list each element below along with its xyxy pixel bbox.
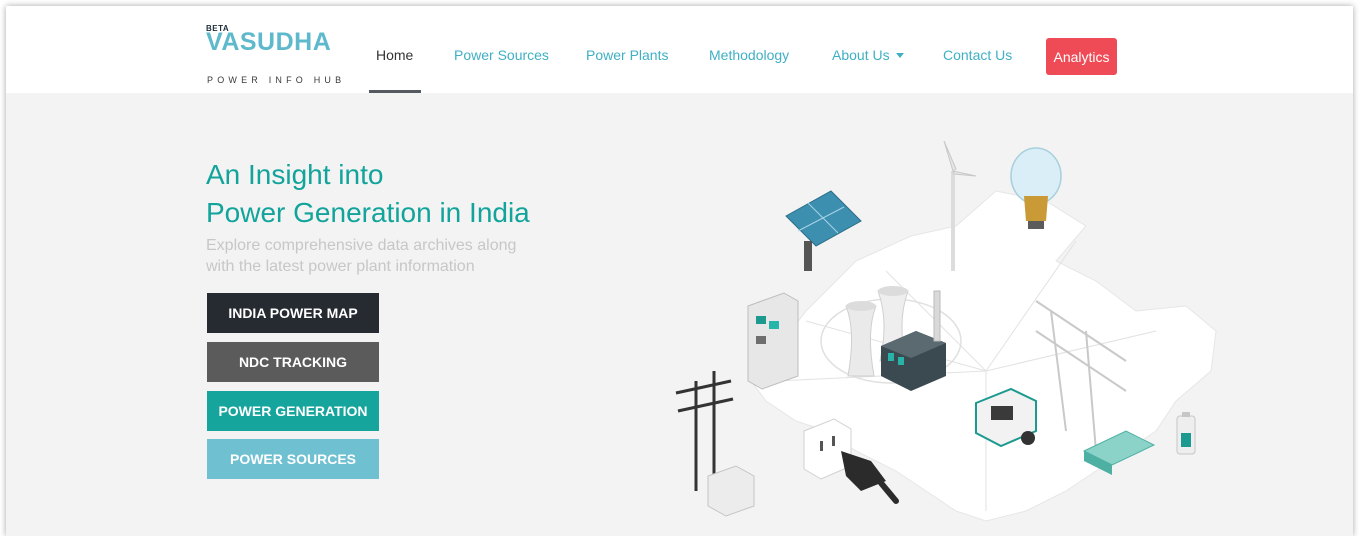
nav-methodology[interactable]: Methodology bbox=[709, 47, 789, 63]
hero-subtitle: Explore comprehensive data archives alon… bbox=[206, 235, 516, 277]
nav-about-us-label: About Us bbox=[832, 47, 890, 63]
solar-panel-icon bbox=[785, 190, 862, 271]
wall-socket-icon bbox=[803, 418, 852, 480]
hero-subtitle-line1: Explore comprehensive data archives alon… bbox=[206, 237, 517, 254]
hero-title-line1: An Insight into bbox=[206, 159, 384, 190]
nav-about-us[interactable]: About Us bbox=[832, 47, 904, 63]
india-power-map-button[interactable]: INDIA POWER MAP bbox=[207, 293, 379, 333]
brand-tagline: POWER INFO HUB bbox=[207, 75, 346, 85]
analytics-button[interactable]: Analytics bbox=[1046, 38, 1117, 75]
nav-contact-us[interactable]: Contact Us bbox=[943, 47, 1012, 63]
nav-active-indicator bbox=[369, 90, 421, 93]
india-power-illustration bbox=[675, 140, 1217, 522]
power-generation-button[interactable]: POWER GENERATION bbox=[207, 391, 379, 431]
ndc-tracking-button[interactable]: NDC TRACKING bbox=[207, 342, 379, 382]
navbar: BETA VASUDHA POWER INFO HUB Home Power S… bbox=[6, 6, 1353, 93]
nav-power-plants[interactable]: Power Plants bbox=[586, 47, 668, 63]
battery-icon bbox=[1176, 412, 1196, 455]
caret-down-icon bbox=[895, 53, 904, 58]
hero-subtitle-line2: with the latest power plant information bbox=[206, 258, 475, 275]
hero-title: An Insight into Power Generation in Indi… bbox=[206, 156, 530, 232]
hero-title-line2: Power Generation in India bbox=[206, 197, 530, 228]
nav-power-sources[interactable]: Power Sources bbox=[454, 47, 549, 63]
electric-panel-icon bbox=[747, 292, 799, 390]
page-frame: BETA VASUDHA POWER INFO HUB Home Power S… bbox=[6, 6, 1353, 536]
brand-name: VASUDHA bbox=[206, 28, 332, 56]
power-sources-button[interactable]: POWER SOURCES bbox=[207, 439, 379, 479]
nav-home[interactable]: Home bbox=[376, 47, 413, 63]
transformer-icon bbox=[707, 465, 755, 517]
